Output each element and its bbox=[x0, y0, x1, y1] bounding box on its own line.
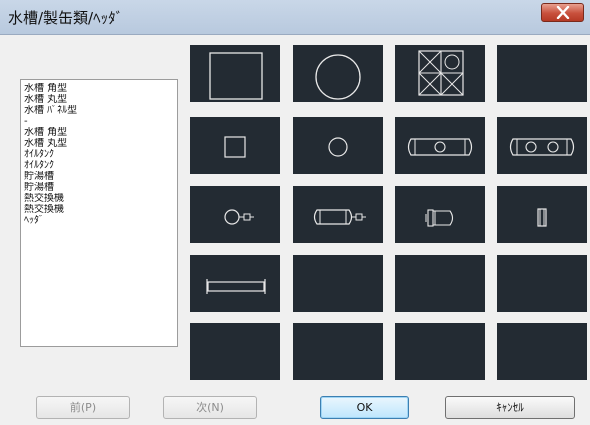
ok-button[interactable]: OK bbox=[320, 396, 409, 419]
symbol-tile-square-tank[interactable] bbox=[190, 45, 280, 102]
horizontal-tank-two-holes-icon bbox=[509, 138, 575, 156]
list-item[interactable]: 熱交換機 bbox=[24, 193, 174, 204]
symbol-tile-storage-horizontal[interactable] bbox=[293, 186, 383, 243]
close-x-icon bbox=[556, 6, 570, 19]
symbol-tile-heat-exchanger-a[interactable] bbox=[395, 186, 485, 243]
symbol-tile-panel-tank[interactable] bbox=[395, 45, 485, 102]
symbol-tile-round-tank[interactable] bbox=[293, 45, 383, 102]
symbol-tile-square-small[interactable] bbox=[190, 117, 280, 174]
narrow-rectangle-icon bbox=[537, 208, 547, 227]
list-item[interactable]: 貯湯槽 bbox=[24, 182, 174, 193]
square-large-icon bbox=[209, 52, 263, 100]
circle-large-icon bbox=[315, 54, 361, 100]
symbol-tile-oil-tank-two[interactable] bbox=[497, 117, 587, 174]
close-button[interactable] bbox=[541, 3, 584, 22]
symbol-tile-header[interactable] bbox=[190, 255, 280, 312]
symbol-tile-empty[interactable] bbox=[395, 255, 485, 312]
symbol-tile-storage-round[interactable] bbox=[190, 186, 280, 243]
cancel-button[interactable]: ｷｬﾝｾﾙ bbox=[445, 396, 575, 419]
list-item[interactable]: ﾍｯﾀﾞ bbox=[24, 215, 174, 226]
symbol-tile-empty[interactable] bbox=[293, 255, 383, 312]
horizontal-tank-with-nozzle-icon bbox=[313, 209, 366, 225]
list-item[interactable]: 熱交換機 bbox=[24, 204, 174, 215]
symbol-tile-empty[interactable] bbox=[293, 323, 383, 380]
list-item[interactable]: 貯湯槽 bbox=[24, 171, 174, 182]
symbol-tile-empty[interactable] bbox=[497, 45, 587, 102]
circle-small-icon bbox=[328, 137, 348, 157]
symbol-tile-circle-small[interactable] bbox=[293, 117, 383, 174]
list-item[interactable]: 水槽 丸型 bbox=[24, 138, 174, 149]
symbol-tile-oil-tank-one[interactable] bbox=[395, 117, 485, 174]
next-button[interactable]: 次(N) bbox=[163, 396, 257, 419]
list-item[interactable]: 水槽 丸型 bbox=[24, 94, 174, 105]
symbol-tile-heat-exchanger-b[interactable] bbox=[497, 186, 587, 243]
title-bar[interactable]: 水槽/製缶類/ﾍｯﾀﾞ bbox=[0, 0, 590, 35]
list-item[interactable]: 水槽 ﾊﾟﾈﾙ型 bbox=[24, 105, 174, 116]
horizontal-tank-one-hole-icon bbox=[407, 138, 473, 156]
square-small-icon bbox=[224, 136, 246, 158]
list-item[interactable]: 水槽 角型 bbox=[24, 83, 174, 94]
list-item[interactable]: ｵｲﾙﾀﾝｸ bbox=[24, 160, 174, 171]
list-item[interactable]: - bbox=[24, 116, 174, 127]
round-tank-with-nozzle-icon bbox=[224, 209, 254, 225]
window-title: 水槽/製缶類/ﾍｯﾀﾞ bbox=[8, 9, 124, 27]
symbol-tile-empty[interactable] bbox=[395, 323, 485, 380]
list-item[interactable]: ｵｲﾙﾀﾝｸ bbox=[24, 149, 174, 160]
small-tank-side-icon bbox=[425, 209, 454, 227]
prev-button[interactable]: 前(P) bbox=[36, 396, 130, 419]
header-pipe-icon bbox=[206, 279, 266, 294]
list-item[interactable]: 水槽 角型 bbox=[24, 127, 174, 138]
symbol-tile-empty[interactable] bbox=[190, 323, 280, 380]
panel-tank-grid-icon bbox=[418, 50, 464, 96]
symbol-tile-empty[interactable] bbox=[497, 255, 587, 312]
symbol-tile-empty[interactable] bbox=[497, 323, 587, 380]
item-listbox[interactable]: 水槽 角型 水槽 丸型 水槽 ﾊﾟﾈﾙ型 - 水槽 角型 水槽 丸型 ｵｲﾙﾀﾝ… bbox=[20, 79, 178, 347]
